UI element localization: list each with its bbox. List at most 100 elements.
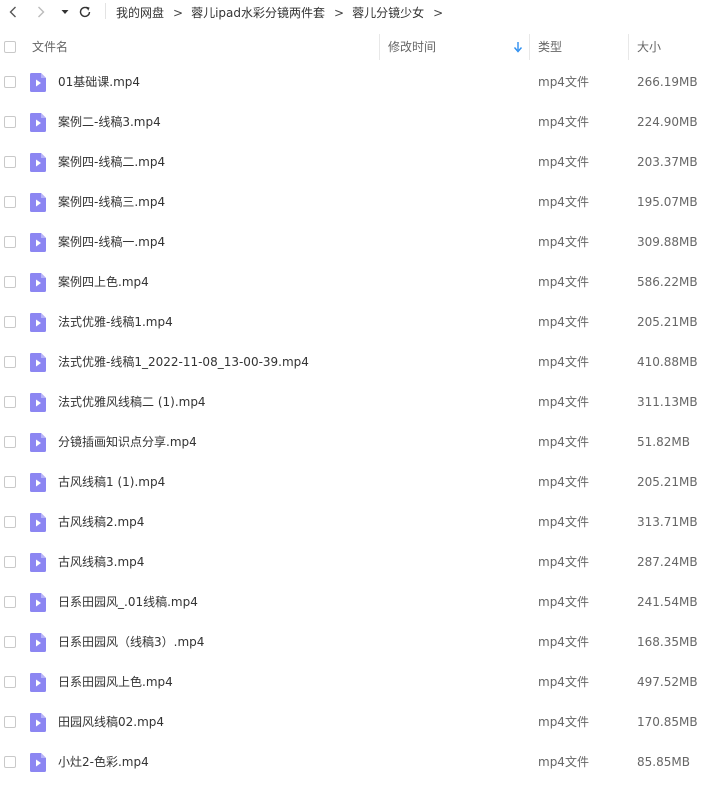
video-file-icon: [30, 633, 46, 652]
breadcrumb-item-current[interactable]: 蓉儿分镜少女: [352, 4, 424, 21]
row-checkbox[interactable]: [4, 636, 16, 648]
file-size: 241.54MB: [637, 595, 698, 609]
toolbar: 我的网盘 > 蓉儿ipad水彩分镜两件套 > 蓉儿分镜少女 >: [0, 0, 716, 24]
row-checkbox[interactable]: [4, 756, 16, 768]
select-all-checkbox[interactable]: [4, 41, 16, 53]
column-header-type[interactable]: 类型: [538, 34, 562, 60]
file-name[interactable]: 案例四-线稿三.mp4: [58, 182, 165, 222]
file-type: mp4文件: [538, 115, 589, 129]
file-row[interactable]: 01基础课.mp4 mp4文件 266.19MB: [0, 62, 716, 102]
file-name[interactable]: 古风线稿2.mp4: [58, 502, 144, 542]
column-divider[interactable]: [379, 34, 380, 60]
file-type: mp4文件: [538, 635, 589, 649]
file-name[interactable]: 案例四-线稿一.mp4: [58, 222, 165, 262]
file-size: 205.21MB: [637, 475, 698, 489]
toolbar-divider: [105, 3, 106, 19]
video-file-icon: [30, 153, 46, 172]
column-header-name[interactable]: 文件名: [32, 34, 68, 60]
breadcrumb-item-root[interactable]: 我的网盘: [116, 4, 164, 21]
file-size: 205.21MB: [637, 315, 698, 329]
file-name[interactable]: 法式优雅-线稿1_2022-11-08_13-00-39.mp4: [58, 342, 309, 382]
file-type: mp4文件: [538, 275, 589, 289]
file-type: mp4文件: [538, 155, 589, 169]
row-checkbox[interactable]: [4, 556, 16, 568]
breadcrumb-separator: >: [173, 5, 184, 20]
file-name[interactable]: 案例二-线稿3.mp4: [58, 102, 161, 142]
file-row[interactable]: 法式优雅-线稿1.mp4 mp4文件 205.21MB: [0, 302, 716, 342]
file-row[interactable]: 法式优雅-线稿1_2022-11-08_13-00-39.mp4 mp4文件 410…: [0, 342, 716, 382]
column-divider[interactable]: [529, 34, 530, 60]
file-size: 203.37MB: [637, 155, 698, 169]
file-name[interactable]: 法式优雅-线稿1.mp4: [58, 302, 173, 342]
file-row[interactable]: 法式优雅风线稿二 (1).mp4 mp4文件 311.13MB: [0, 382, 716, 422]
file-size: 313.71MB: [637, 515, 698, 529]
forward-icon[interactable]: [32, 2, 50, 22]
row-checkbox[interactable]: [4, 276, 16, 288]
file-name[interactable]: 日系田园风_.01线稿.mp4: [58, 582, 198, 622]
history-dropdown-icon[interactable]: [56, 2, 74, 22]
file-row[interactable]: 案例四-线稿一.mp4 mp4文件 309.88MB: [0, 222, 716, 262]
row-checkbox[interactable]: [4, 236, 16, 248]
breadcrumb-separator: >: [433, 5, 444, 20]
file-size: 224.90MB: [637, 115, 698, 129]
row-checkbox[interactable]: [4, 356, 16, 368]
video-file-icon: [30, 113, 46, 132]
row-checkbox[interactable]: [4, 316, 16, 328]
file-name[interactable]: 案例四上色.mp4: [58, 262, 149, 302]
file-name[interactable]: 古风线稿3.mp4: [58, 542, 144, 582]
file-name[interactable]: 日系田园风（线稿3）.mp4: [58, 622, 204, 662]
file-row[interactable]: 案例四-线稿二.mp4 mp4文件 203.37MB: [0, 142, 716, 182]
file-row[interactable]: 案例四上色.mp4 mp4文件 586.22MB: [0, 262, 716, 302]
video-file-icon: [30, 193, 46, 212]
row-checkbox[interactable]: [4, 516, 16, 528]
row-checkbox[interactable]: [4, 716, 16, 728]
file-row[interactable]: 古风线稿2.mp4 mp4文件 313.71MB: [0, 502, 716, 542]
column-header-size[interactable]: 大小: [637, 34, 661, 60]
file-type: mp4文件: [538, 195, 589, 209]
file-type: mp4文件: [538, 75, 589, 89]
file-row[interactable]: 田园风线稿02.mp4 mp4文件 170.85MB: [0, 702, 716, 742]
row-checkbox[interactable]: [4, 76, 16, 88]
video-file-icon: [30, 593, 46, 612]
row-checkbox[interactable]: [4, 156, 16, 168]
file-name[interactable]: 分镜插画知识点分享.mp4: [58, 422, 197, 462]
file-size: 266.19MB: [637, 75, 698, 89]
file-name[interactable]: 01基础课.mp4: [58, 62, 140, 102]
row-checkbox[interactable]: [4, 436, 16, 448]
file-name[interactable]: 日系田园风上色.mp4: [58, 662, 173, 702]
file-row[interactable]: 古风线稿1 (1).mp4 mp4文件 205.21MB: [0, 462, 716, 502]
file-row[interactable]: 案例二-线稿3.mp4 mp4文件 224.90MB: [0, 102, 716, 142]
row-checkbox[interactable]: [4, 596, 16, 608]
file-row[interactable]: 分镜插画知识点分享.mp4 mp4文件 51.82MB: [0, 422, 716, 462]
file-row[interactable]: 日系田园风上色.mp4 mp4文件 497.52MB: [0, 662, 716, 702]
file-name[interactable]: 法式优雅风线稿二 (1).mp4: [58, 382, 206, 422]
file-name[interactable]: 小灶2-色彩.mp4: [58, 742, 149, 782]
file-row[interactable]: 古风线稿3.mp4 mp4文件 287.24MB: [0, 542, 716, 582]
file-name[interactable]: 案例四-线稿二.mp4: [58, 142, 165, 182]
sort-desc-icon[interactable]: [513, 41, 523, 56]
video-file-icon: [30, 273, 46, 292]
breadcrumb-item-parent[interactable]: 蓉儿ipad水彩分镜两件套: [191, 4, 325, 21]
row-checkbox[interactable]: [4, 396, 16, 408]
row-checkbox[interactable]: [4, 676, 16, 688]
row-checkbox[interactable]: [4, 476, 16, 488]
file-type: mp4文件: [538, 315, 589, 329]
file-type: mp4文件: [538, 675, 589, 689]
refresh-icon[interactable]: [76, 2, 94, 22]
column-header-modified[interactable]: 修改时间: [388, 34, 436, 60]
file-row[interactable]: 小灶2-色彩.mp4 mp4文件 85.85MB: [0, 742, 716, 782]
column-divider[interactable]: [628, 34, 629, 60]
file-row[interactable]: 案例四-线稿三.mp4 mp4文件 195.07MB: [0, 182, 716, 222]
file-size: 195.07MB: [637, 195, 698, 209]
back-icon[interactable]: [4, 2, 22, 22]
row-checkbox[interactable]: [4, 116, 16, 128]
row-checkbox[interactable]: [4, 196, 16, 208]
file-size: 586.22MB: [637, 275, 698, 289]
video-file-icon: [30, 313, 46, 332]
file-name[interactable]: 田园风线稿02.mp4: [58, 702, 164, 742]
file-row[interactable]: 日系田园风_.01线稿.mp4 mp4文件 241.54MB: [0, 582, 716, 622]
file-type: mp4文件: [538, 235, 589, 249]
file-name[interactable]: 古风线稿1 (1).mp4: [58, 462, 165, 502]
file-row[interactable]: 日系田园风（线稿3）.mp4 mp4文件 168.35MB: [0, 622, 716, 662]
breadcrumb-separator: >: [334, 5, 345, 20]
